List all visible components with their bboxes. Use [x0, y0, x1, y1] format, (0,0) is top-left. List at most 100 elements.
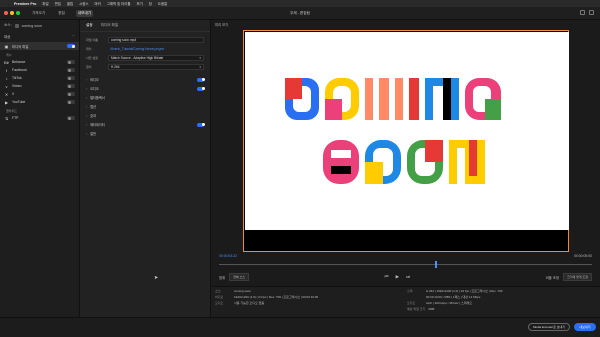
- facebook-toggle[interactable]: [67, 68, 75, 72]
- mouse-cursor-icon: ➤: [154, 275, 159, 281]
- preset-label: 사전 설정: [86, 55, 98, 60]
- audio-toggle[interactable]: [197, 86, 205, 91]
- source-label: 소스:: [4, 23, 12, 27]
- dest-facebook[interactable]: f Facebook: [0, 66, 79, 74]
- chevron-right-icon: ›: [86, 122, 88, 127]
- playhead[interactable]: [435, 261, 438, 268]
- section-video[interactable]: › 비디오: [80, 75, 210, 84]
- dest-media-file[interactable]: ▣ 미디어 파일: [0, 42, 79, 50]
- menu-window[interactable]: 창: [149, 1, 152, 6]
- metadata-toggle[interactable]: [197, 122, 205, 127]
- range-select[interactable]: 전체 소스: [229, 273, 250, 281]
- tab-settings[interactable]: 설정: [86, 23, 93, 28]
- section-label: 효과: [90, 114, 96, 118]
- app-header: 가져오기 편집 내보내기 무제 - 편집됨: [0, 7, 600, 20]
- dest-youtube[interactable]: ▶ YouTube: [0, 98, 79, 106]
- dest-ftp[interactable]: ⇅ FTP: [0, 114, 79, 122]
- menu-edit[interactable]: 편집: [55, 1, 61, 6]
- section-label: 캡션: [90, 105, 96, 109]
- step-forward-icon[interactable]: ⏭: [406, 274, 410, 280]
- header-actions: [580, 10, 594, 15]
- format-field: 형식 H.264: [80, 62, 210, 71]
- section-captions[interactable]: › 캡션: [80, 102, 210, 111]
- range-label: 범위: [219, 275, 226, 280]
- x-icon: ✕: [4, 91, 9, 97]
- menu-marker[interactable]: 마커: [94, 1, 100, 6]
- preview-monitor[interactable]: [243, 30, 569, 252]
- more-icon[interactable]: ⋯: [72, 34, 75, 39]
- summary-output-bitrate: 00:00:10:00 | VBR | 1패스 | 대상 12 Mbps: [426, 295, 481, 299]
- export-button[interactable]: 내보내기: [574, 323, 596, 331]
- play-icon[interactable]: ▶: [396, 274, 399, 280]
- fullscreen-icon[interactable]: [589, 10, 594, 15]
- preset-select[interactable]: Match Source - Adaptive High Bitrate: [108, 54, 204, 61]
- tab-media-file[interactable]: 미디어 파일: [101, 23, 119, 28]
- video-toggle[interactable]: [197, 77, 205, 82]
- soon-letters: [323, 140, 485, 184]
- dest-label: X: [12, 92, 15, 96]
- chevron-right-icon: ›: [86, 113, 88, 118]
- menu-sequence[interactable]: 시퀀스: [79, 1, 88, 6]
- section-label: 오디오: [90, 87, 99, 91]
- chevron-right-icon: ›: [86, 131, 88, 136]
- preset-field: 사전 설정 Match Source - Adaptive High Bitra…: [80, 53, 210, 62]
- behance-toggle[interactable]: [67, 60, 75, 64]
- app-menu[interactable]: Premiere Pro: [14, 2, 36, 6]
- dest-label: Facebook: [12, 68, 27, 72]
- summary-video: 1920x1200 (1.0) | 24 fps | Rec. 709 | 프로…: [234, 295, 319, 299]
- export-summary: 소스: coming soon 비디오 1920x1200 (1.0) | 24 f…: [211, 286, 600, 317]
- menu-clip[interactable]: 클립: [67, 1, 73, 6]
- film-icon: ▣: [4, 43, 9, 49]
- dest-label: Vimeo: [12, 84, 22, 88]
- facebook-icon: f: [5, 67, 8, 73]
- section-effects[interactable]: › 효과: [80, 111, 210, 120]
- section-general[interactable]: › 일반: [80, 129, 210, 138]
- section-label: 메타데이터: [90, 123, 105, 127]
- file-name-input[interactable]: coming soon.mp4: [108, 36, 204, 43]
- chevron-right-icon: ›: [86, 77, 88, 82]
- youtube-toggle[interactable]: [67, 100, 75, 104]
- dest-x[interactable]: ✕ X: [0, 90, 79, 98]
- section-metadata[interactable]: › 메타데이터: [80, 120, 210, 129]
- tiktok-icon: ♪: [5, 75, 8, 81]
- menu-help[interactable]: 도움말: [158, 1, 167, 6]
- menu-view[interactable]: 보기: [136, 1, 142, 6]
- cloud-section-label: 클라우드: [6, 109, 18, 113]
- dest-label: Behance: [12, 60, 26, 64]
- step-back-icon[interactable]: ⏮: [385, 274, 389, 280]
- output-summary: 출력 H.264 | 1920x1200 (1.0) | 24 fps | 프로그…: [407, 289, 597, 313]
- source-summary: 소스: coming soon 비디오 1920x1200 (1.0) | 24 f…: [215, 289, 395, 307]
- apple-icon[interactable]: [4, 2, 8, 6]
- transport-controls: ⏮ ▶ ⏭: [385, 274, 411, 280]
- section-multiplexer[interactable]: › 멀티플렉서: [80, 93, 210, 102]
- dest-tiktok[interactable]: ♪ TikTok: [0, 74, 79, 82]
- send-to-media-encoder-button[interactable]: Media Encoder로 보내기: [527, 323, 570, 331]
- coming-letters: [285, 78, 501, 120]
- sequence-icon: [14, 23, 19, 28]
- x-toggle[interactable]: [67, 92, 75, 96]
- bottom-bar: Media Encoder로 보내기 내보내기: [0, 317, 600, 337]
- dest-behance[interactable]: Bē Behance: [0, 58, 79, 66]
- section-label: 비디오: [90, 78, 99, 82]
- section-audio[interactable]: › 오디오: [80, 84, 210, 93]
- menu-file[interactable]: 파일: [42, 1, 48, 6]
- ftp-icon: ⇅: [4, 115, 9, 121]
- workspace-icon[interactable]: [580, 10, 585, 15]
- timeline-scrubber[interactable]: [219, 261, 592, 268]
- transport-bar: 범위 전체 소스 ⏮ ▶ ⏭ 비율 조정 크기에 맞게 조정: [219, 271, 592, 283]
- dest-label: TikTok: [12, 76, 22, 80]
- file-name-field: 파일 이름 coming soon.mp4: [80, 35, 210, 44]
- summary-output-audio: AAC | 320 kbps | 48 kHz | 스테레오: [426, 301, 473, 305]
- summary-audio-label: 오디오: [215, 301, 224, 305]
- scale-select[interactable]: 크기에 맞게 조정: [562, 273, 592, 281]
- vimeo-toggle[interactable]: [67, 84, 75, 88]
- media-file-toggle[interactable]: [67, 44, 75, 48]
- menu-graphics[interactable]: 그래픽 및 타이틀: [107, 1, 131, 6]
- tiktok-toggle[interactable]: [67, 76, 75, 80]
- ftp-toggle[interactable]: [67, 116, 75, 120]
- location-link[interactable]: /Users/_Tutorial/Coming Home project: [108, 46, 204, 52]
- summary-size-label: 예상 파일 크기: [407, 307, 426, 311]
- format-select[interactable]: H.264: [108, 63, 204, 70]
- section-label: 멀티플렉서: [90, 96, 105, 100]
- dest-vimeo[interactable]: v Vimeo: [0, 82, 79, 90]
